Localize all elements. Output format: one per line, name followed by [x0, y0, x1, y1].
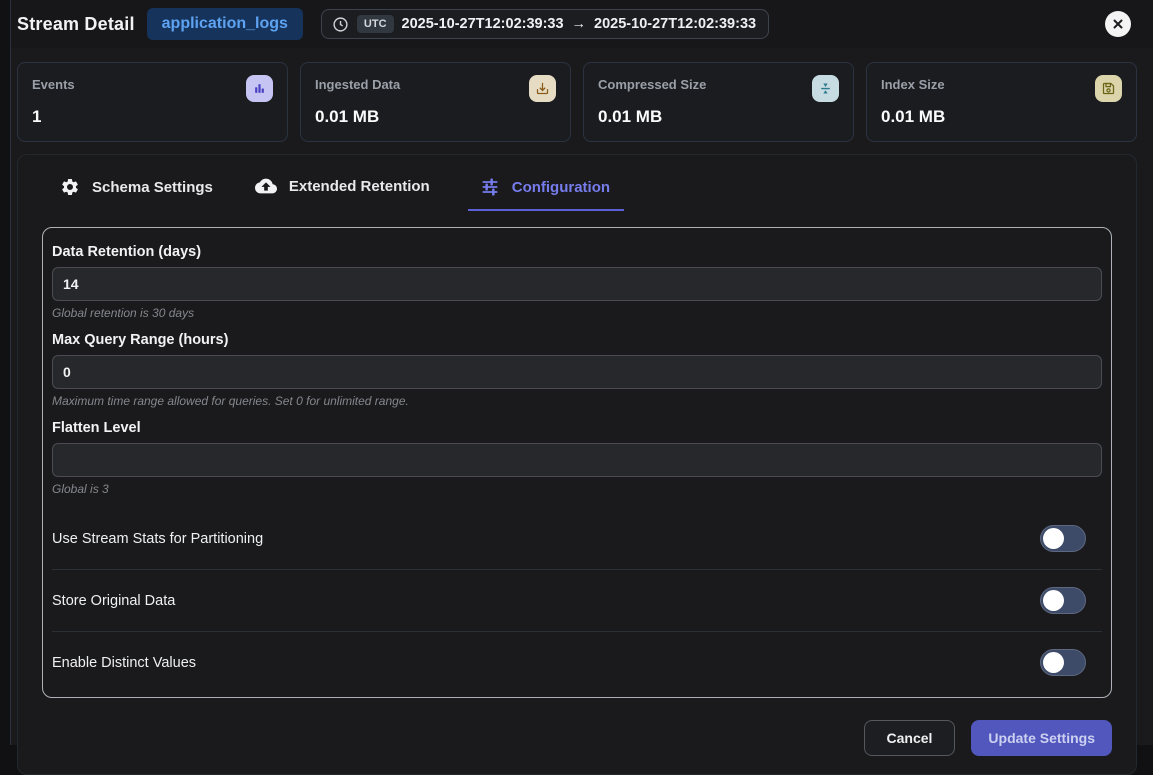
stat-value: 1 — [32, 107, 273, 127]
toggle-row-stream-stats: Use Stream Stats for Partitioning — [52, 508, 1102, 570]
data-retention-input[interactable] — [52, 267, 1102, 301]
toggle-label: Use Stream Stats for Partitioning — [52, 531, 263, 547]
tab-label: Extended Retention — [289, 178, 430, 195]
store-original-data-toggle[interactable] — [1040, 587, 1086, 614]
page-title: Stream Detail — [17, 14, 135, 35]
stat-label: Events — [32, 75, 75, 92]
toggle-label: Store Original Data — [52, 593, 175, 609]
stat-label: Index Size — [881, 75, 945, 92]
stat-value: 0.01 MB — [881, 107, 1122, 127]
stat-card-events: Events 1 — [17, 62, 288, 142]
field-label: Data Retention (days) — [52, 244, 1102, 260]
field-label: Flatten Level — [52, 420, 1102, 436]
floppy-disk-icon — [1095, 75, 1122, 102]
tab-label: Schema Settings — [92, 179, 213, 196]
stat-card-index-size: Index Size 0.01 MB — [866, 62, 1137, 142]
download-tray-icon — [529, 75, 556, 102]
stat-card-ingested-data: Ingested Data 0.01 MB — [300, 62, 571, 142]
tab-extended-retention[interactable]: Extended Retention — [251, 169, 434, 211]
configuration-form: Data Retention (days) Global retention i… — [42, 227, 1112, 698]
max-query-range-input[interactable] — [52, 355, 1102, 389]
close-button[interactable] — [1105, 11, 1131, 37]
toggle-thumb — [1043, 652, 1064, 673]
field-hint: Global is 3 — [52, 482, 1102, 496]
field-group-max-query-range: Max Query Range (hours) Maximum time ran… — [52, 332, 1102, 408]
time-range-arrow: → — [572, 16, 587, 32]
cloud-upload-icon — [255, 175, 277, 197]
field-label: Max Query Range (hours) — [52, 332, 1102, 348]
time-range-end: 2025-10-27T12:02:39:33 — [594, 16, 756, 32]
toggle-thumb — [1043, 528, 1064, 549]
stat-label: Ingested Data — [315, 75, 400, 92]
gear-icon — [60, 177, 80, 197]
update-settings-button[interactable]: Update Settings — [971, 720, 1112, 756]
bar-chart-icon — [246, 75, 273, 102]
tab-label: Configuration — [512, 179, 610, 196]
toggle-row-store-original: Store Original Data — [52, 570, 1102, 632]
field-hint: Global retention is 30 days — [52, 306, 1102, 320]
clock-icon — [332, 16, 349, 33]
field-group-flatten-level: Flatten Level Global is 3 — [52, 420, 1102, 496]
cancel-button[interactable]: Cancel — [864, 720, 956, 756]
flatten-level-input[interactable] — [52, 443, 1102, 477]
stream-stats-toggle[interactable] — [1040, 525, 1086, 552]
time-range-chip[interactable]: UTC 2025-10-27T12:02:39:33 → 2025-10-27T… — [321, 9, 769, 39]
tab-bar: Schema Settings Extended Retention Co — [42, 169, 1112, 211]
field-group-data-retention: Data Retention (days) Global retention i… — [52, 244, 1102, 320]
settings-panel: Schema Settings Extended Retention Co — [17, 154, 1137, 775]
actions-row: Cancel Update Settings — [42, 720, 1112, 756]
sliders-icon — [480, 177, 500, 197]
utc-badge: UTC — [357, 15, 394, 33]
toggle-row-distinct-values: Enable Distinct Values — [52, 632, 1102, 693]
enable-distinct-values-toggle[interactable] — [1040, 649, 1086, 676]
stat-label: Compressed Size — [598, 75, 706, 92]
stat-value: 0.01 MB — [315, 107, 556, 127]
modal-header: Stream Detail application_logs UTC 2025-… — [11, 0, 1153, 48]
stats-row: Events 1 Ingested Data — [17, 62, 1137, 142]
toggle-thumb — [1043, 590, 1064, 611]
stream-name-badge[interactable]: application_logs — [147, 8, 303, 40]
compress-icon — [812, 75, 839, 102]
tab-schema-settings[interactable]: Schema Settings — [56, 171, 217, 211]
field-hint: Maximum time range allowed for queries. … — [52, 394, 1102, 408]
close-icon — [1111, 17, 1125, 31]
tab-configuration[interactable]: Configuration — [468, 171, 624, 211]
stat-card-compressed-size: Compressed Size 0.01 MB — [583, 62, 854, 142]
stream-detail-modal: Stream Detail application_logs UTC 2025-… — [10, 0, 1153, 745]
toggle-label: Enable Distinct Values — [52, 655, 196, 671]
time-range-start: 2025-10-27T12:02:39:33 — [402, 16, 564, 32]
stat-value: 0.01 MB — [598, 107, 839, 127]
